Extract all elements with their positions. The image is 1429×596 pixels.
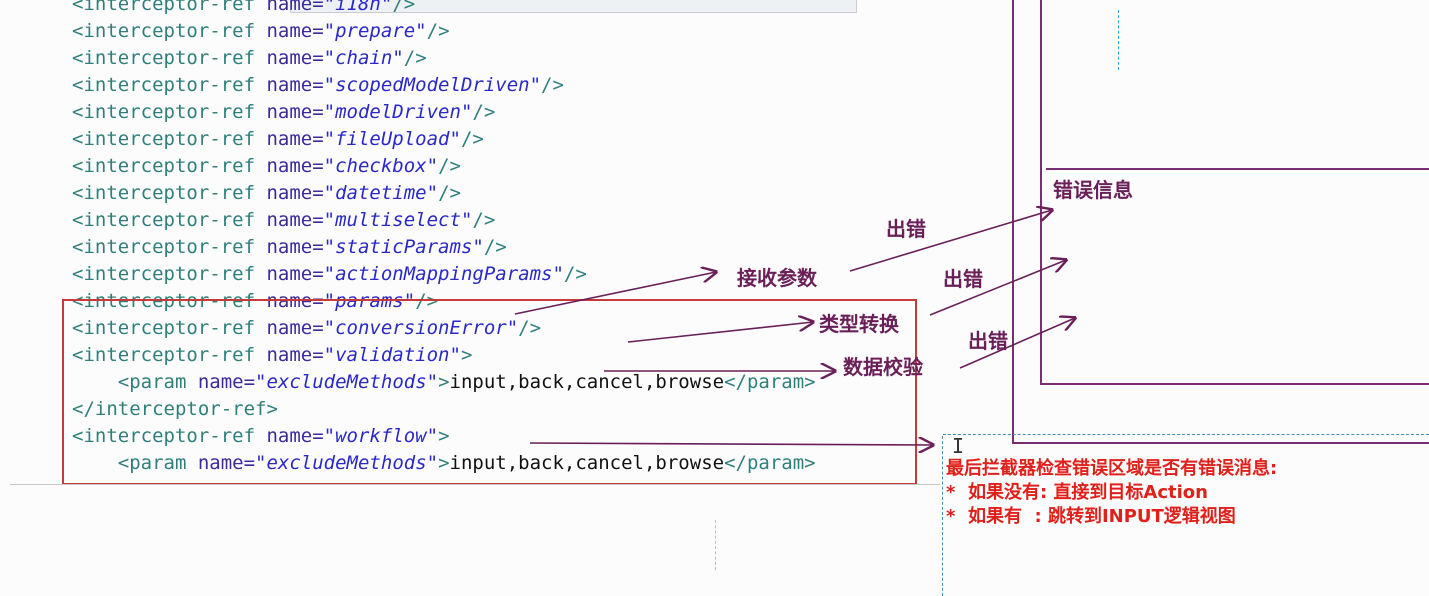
arrow-error-2 bbox=[929, 260, 1066, 316]
arrow-error-3 bbox=[959, 318, 1075, 369]
arrow-error-1 bbox=[849, 210, 1052, 272]
arrow-conversion bbox=[627, 322, 813, 343]
arrow-workflow bbox=[529, 443, 933, 445]
arrow-params bbox=[514, 272, 716, 315]
annotation-arrows bbox=[514, 0, 1429, 596]
